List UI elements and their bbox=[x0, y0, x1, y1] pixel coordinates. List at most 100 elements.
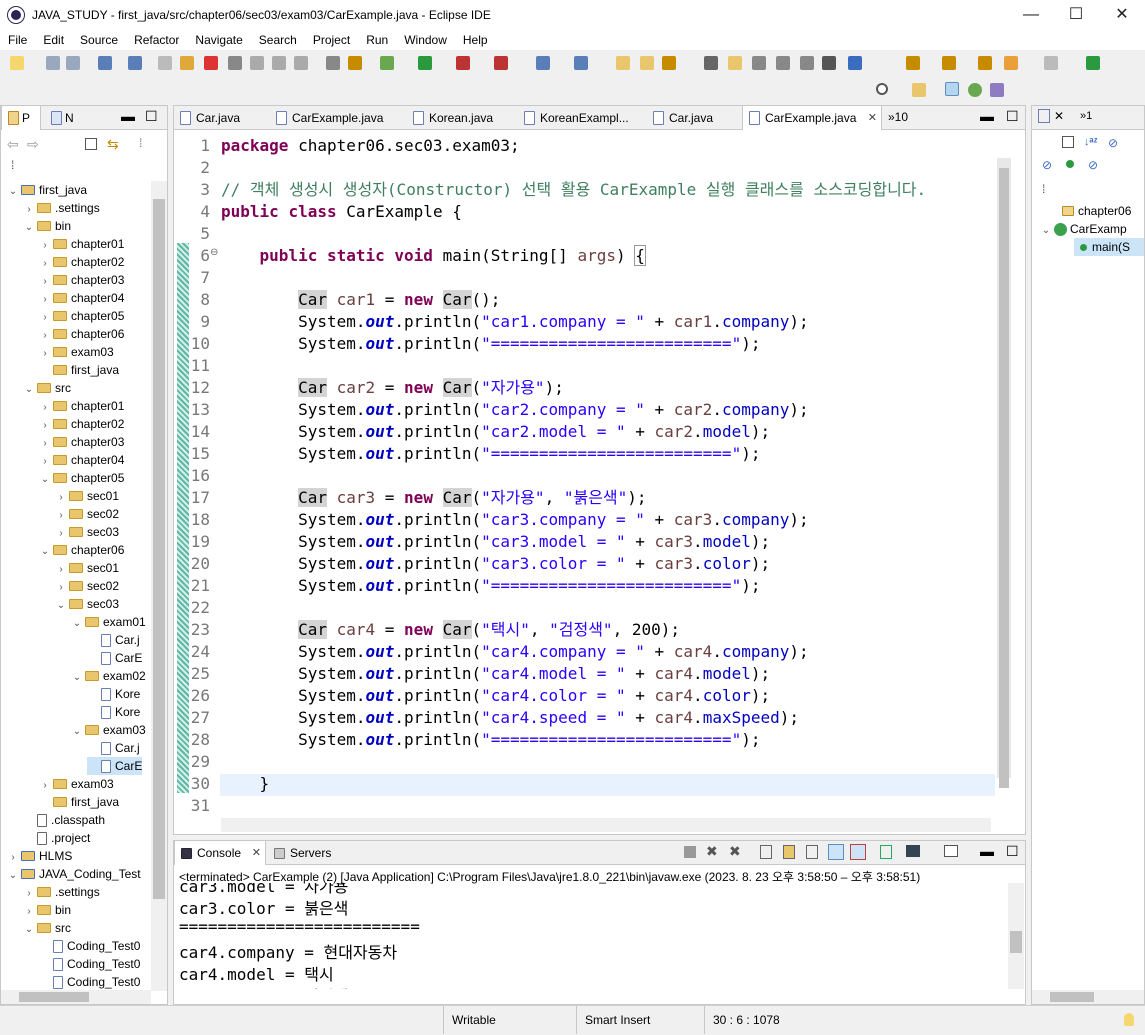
tree-item[interactable]: .classpath bbox=[23, 811, 105, 829]
tree-item[interactable]: › sec01 bbox=[55, 559, 119, 577]
tree-item[interactable]: › chapter01 bbox=[39, 397, 124, 415]
tab-console[interactable]: Console ✕ bbox=[174, 841, 266, 865]
menu-source[interactable]: Source bbox=[72, 33, 126, 47]
block-selection-icon[interactable] bbox=[752, 56, 766, 70]
tree-item[interactable]: › chapter02 bbox=[39, 415, 124, 433]
editor-horizontal-scrollbar[interactable] bbox=[221, 818, 991, 832]
menu-file[interactable]: File bbox=[0, 33, 35, 47]
next-annotation-icon[interactable] bbox=[906, 56, 920, 70]
tree-item[interactable]: › chapter02 bbox=[39, 253, 124, 271]
maximize-editor-icon[interactable]: ☐ bbox=[1006, 108, 1019, 125]
pin-console-icon[interactable] bbox=[880, 845, 892, 859]
tip-lightbulb-icon[interactable] bbox=[1124, 1013, 1134, 1026]
save-all-icon[interactable] bbox=[66, 56, 80, 70]
minimize-editor-icon[interactable]: ▬ bbox=[980, 108, 994, 124]
tree-item[interactable]: › sec02 bbox=[55, 505, 119, 523]
expanded-arrow-icon[interactable]: ⌄ bbox=[71, 669, 83, 687]
coverage-icon[interactable] bbox=[456, 56, 470, 70]
expanded-arrow-icon[interactable]: ⌄ bbox=[7, 867, 19, 885]
debug-perspective-icon[interactable] bbox=[968, 83, 982, 97]
outline-class[interactable]: ⌄ CarExamp bbox=[1040, 220, 1127, 238]
tree-item[interactable]: Car.j bbox=[87, 631, 140, 649]
tree-item[interactable]: › chapter04 bbox=[39, 289, 124, 307]
resume-icon[interactable] bbox=[158, 56, 172, 70]
tree-item[interactable]: › chapter03 bbox=[39, 271, 124, 289]
display-console-icon[interactable] bbox=[906, 845, 920, 857]
tree-item[interactable]: Coding_Test0 bbox=[39, 937, 140, 955]
tree-item[interactable]: › sec03 bbox=[55, 523, 119, 541]
toggle-mark-occurrences-icon[interactable] bbox=[728, 56, 742, 70]
outline-icon[interactable] bbox=[1038, 109, 1050, 123]
tree-item[interactable]: › chapter04 bbox=[39, 451, 124, 469]
tree-item[interactable]: Kore bbox=[87, 685, 140, 703]
menu-edit[interactable]: Edit bbox=[35, 33, 72, 47]
hide-non-public-icon[interactable] bbox=[1066, 160, 1074, 168]
new-class-icon[interactable] bbox=[574, 56, 588, 70]
tree-item[interactable]: › bin bbox=[23, 901, 71, 919]
view-menu-icon[interactable]: ⁞ bbox=[139, 136, 142, 150]
link-with-editor-icon[interactable]: ⇆ bbox=[107, 136, 119, 153]
explorer-vertical-scrollbar[interactable] bbox=[151, 181, 167, 991]
sort-icon[interactable]: ↓ᵃᶻ bbox=[1084, 136, 1098, 148]
maximize-console-icon[interactable]: ☐ bbox=[1006, 843, 1019, 860]
java-ee-perspective-icon[interactable] bbox=[945, 82, 959, 96]
collapse-all-icon[interactable] bbox=[1062, 136, 1074, 148]
console-vertical-scrollbar[interactable] bbox=[1008, 883, 1024, 989]
editor-tab[interactable]: Car.java bbox=[174, 106, 268, 130]
explorer-horizontal-scrollbar[interactable] bbox=[1, 990, 151, 1004]
maximize-button[interactable]: ☐ bbox=[1053, 0, 1099, 30]
outline-horizontal-scrollbar[interactable] bbox=[1032, 990, 1144, 1004]
close-button[interactable]: ✕ bbox=[1099, 0, 1145, 30]
show-whitespace-icon[interactable] bbox=[776, 56, 790, 70]
editor-tab[interactable]: Korean.java bbox=[407, 106, 516, 130]
tree-item[interactable]: ⌄ exam01 bbox=[71, 613, 146, 631]
forward-icon[interactable]: ⇨ bbox=[27, 136, 39, 153]
tree-item[interactable]: › chapter03 bbox=[39, 433, 124, 451]
save-icon[interactable] bbox=[46, 56, 60, 70]
clear-console-icon[interactable] bbox=[760, 845, 772, 859]
scroll-lock-icon[interactable] bbox=[783, 845, 795, 859]
minimize-view-icon[interactable]: ▬ bbox=[121, 108, 135, 124]
menu-search[interactable]: Search bbox=[251, 33, 305, 47]
tree-item[interactable]: ⌄ exam03 bbox=[71, 721, 146, 739]
tree-item[interactable]: ⌄ JAVA_Coding_Test bbox=[7, 865, 141, 883]
close-outline-icon[interactable]: ✕ bbox=[1054, 109, 1064, 123]
tree-item[interactable]: ⌄ bin bbox=[23, 217, 71, 235]
back-nav-icon[interactable] bbox=[1004, 56, 1018, 70]
last-edit-icon[interactable] bbox=[978, 56, 992, 70]
skip-breakpoints-icon[interactable] bbox=[128, 56, 142, 70]
globe-icon[interactable] bbox=[848, 56, 862, 70]
tree-item[interactable]: .project bbox=[23, 829, 90, 847]
tree-item[interactable]: Coding_Test0 bbox=[39, 973, 140, 991]
expanded-arrow-icon[interactable]: ⌄ bbox=[39, 543, 51, 561]
hide-static-icon[interactable]: ⊘ bbox=[1042, 158, 1052, 172]
outline-menu-icon[interactable]: ⁞ bbox=[1042, 182, 1045, 196]
tree-item[interactable]: ⌄ first_java bbox=[7, 181, 87, 199]
tree-item[interactable]: › exam03 bbox=[39, 775, 113, 793]
hide-fields-icon[interactable]: ⊘ bbox=[1108, 136, 1118, 150]
step-return-icon[interactable] bbox=[294, 56, 308, 70]
tab-package-explorer[interactable]: P bbox=[1, 106, 41, 130]
more-tabs-button[interactable]: »10 bbox=[888, 110, 908, 124]
outline-package[interactable]: chapter06 bbox=[1060, 202, 1131, 220]
open-type-icon[interactable] bbox=[616, 56, 630, 70]
java-perspective-icon[interactable] bbox=[990, 83, 1004, 97]
menu-run[interactable]: Run bbox=[358, 33, 396, 47]
menu-project[interactable]: Project bbox=[305, 33, 358, 47]
tree-item[interactable]: ⌄ src bbox=[23, 379, 71, 397]
drop-to-frame-icon[interactable] bbox=[326, 56, 340, 70]
hide-local-types-icon[interactable]: ⊘ bbox=[1088, 158, 1098, 172]
tree-item[interactable]: Coding_Test0 bbox=[39, 955, 140, 973]
remove-launch-icon[interactable]: ✖ bbox=[706, 843, 718, 860]
new-icon[interactable] bbox=[10, 56, 24, 70]
terminate-icon[interactable] bbox=[204, 56, 218, 70]
menu-refactor[interactable]: Refactor bbox=[126, 33, 187, 47]
tree-item[interactable]: › sec01 bbox=[55, 487, 119, 505]
editor-tab[interactable]: Car.java bbox=[647, 106, 740, 130]
toggle-breadcrumb-icon[interactable] bbox=[704, 56, 718, 70]
tab-servers[interactable]: Servers bbox=[268, 841, 338, 865]
tree-item[interactable]: › chapter06 bbox=[39, 325, 124, 343]
step-over-icon[interactable] bbox=[272, 56, 286, 70]
tree-item[interactable]: › HLMS bbox=[7, 847, 72, 865]
minimize-button[interactable]: — bbox=[1008, 0, 1054, 30]
